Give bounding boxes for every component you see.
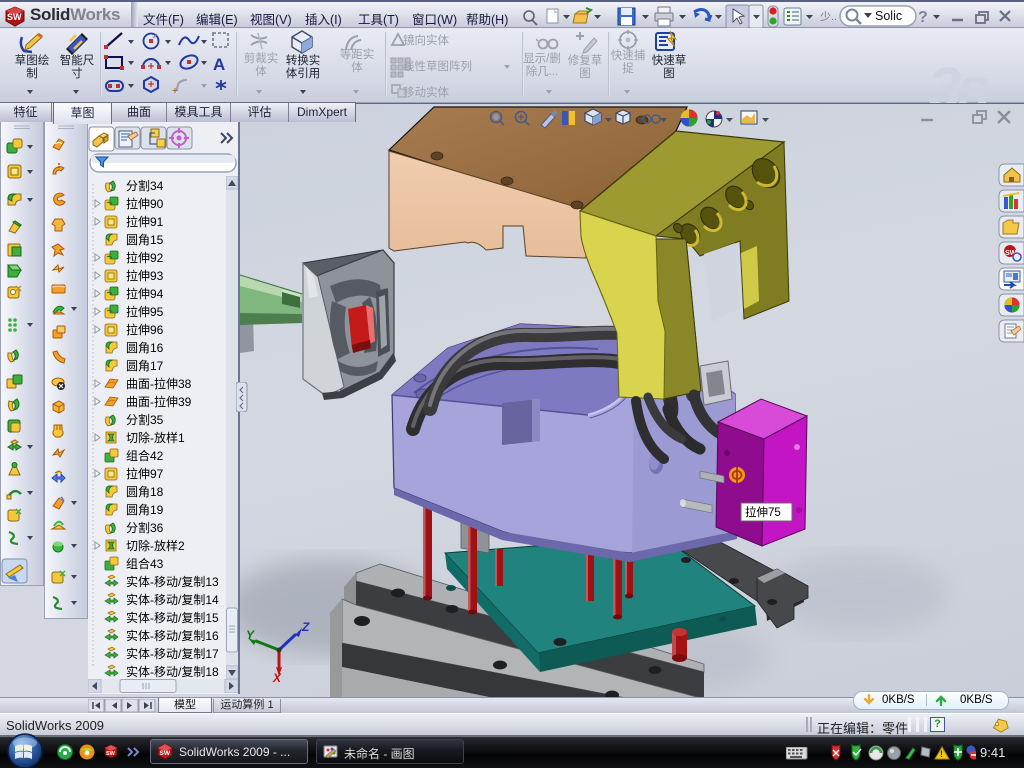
svg-text:SW: SW [106,751,116,757]
svg-text:Y: Y [246,628,255,642]
svg-text:X: X [272,671,282,685]
svg-text:SW: SW [7,12,22,22]
svg-text:!: ! [940,749,943,759]
svg-text:Solic: Solic [875,9,902,23]
svg-text:A: A [213,55,225,74]
svg-text:拉伸75: 拉伸75 [745,505,781,519]
svg-text:?: ? [918,9,928,26]
svg-text:Z: Z [301,620,310,634]
svg-text:少..: 少.. [820,10,837,23]
svg-text:SW: SW [160,750,171,757]
